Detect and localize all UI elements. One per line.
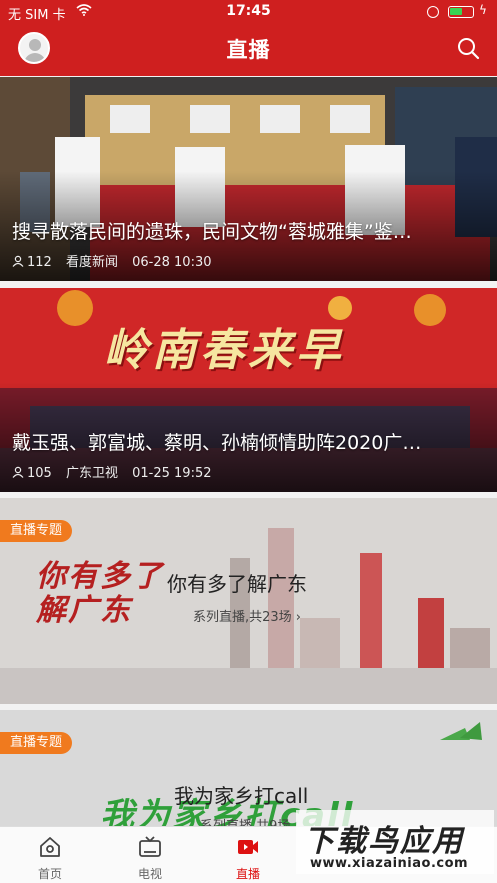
battery-icon	[448, 6, 474, 18]
watermark-text: 下载鸟应用	[304, 824, 464, 859]
card-meta: 105 广东卫视 01-25 19:52	[12, 462, 222, 481]
viewer-count: 105	[12, 466, 52, 481]
topic-title: 你有多了解广东	[167, 572, 307, 596]
live-topic-card[interactable]: 你有多了解广东 直播专题 你有多了解广东 系列直播,共23场 ›	[0, 498, 497, 704]
live-card[interactable]: 岭南春来早 戴玉强、郭富城、蔡明、孙楠倾情助阵2020广… 105 广东卫视 0…	[0, 288, 497, 492]
topic-subtitle[interactable]: 系列直播,共23场 ›	[193, 606, 301, 625]
card-title: 戴玉强、郭富城、蔡明、孙楠倾情助阵2020广…	[12, 432, 422, 454]
tab-live[interactable]: 直播	[208, 827, 288, 883]
charging-icon: ϟ	[479, 3, 487, 17]
topic-badge: 直播专题	[0, 732, 73, 754]
card-time: 06-28 10:30	[132, 255, 212, 270]
clock: 17:45	[226, 3, 271, 19]
watermark-url: www.xiazainiao.com	[310, 856, 469, 871]
top-bar: 无 SIM 卡 17:45 ϟ 直播	[0, 0, 497, 76]
viewer-icon	[12, 255, 24, 267]
card-source: 看度新闻	[65, 255, 118, 270]
tab-home[interactable]: 首页	[10, 827, 90, 883]
topic-badge: 直播专题	[0, 520, 73, 542]
tab-tv[interactable]: 电视	[110, 827, 190, 883]
tab-label: 首页	[37, 867, 62, 881]
topic-art-text: 你有多了解广东	[36, 559, 164, 628]
search-icon[interactable]	[456, 36, 480, 60]
tab-label: 直播	[235, 867, 260, 881]
watermark: 下载鸟应用 www.xiazainiao.com	[296, 810, 494, 874]
live-card[interactable]: 搜寻散落民间的遗珠，民间文物“蓉城雅集”鉴… 112 看度新闻 06-28 10…	[0, 77, 497, 281]
viewer-icon	[12, 466, 24, 478]
tv-icon	[139, 836, 161, 857]
page-title: 直播	[226, 38, 271, 62]
live-page: 无 SIM 卡 17:45 ϟ 直播 搜寻散落民间的遗珠，民间文物“蓉城雅集”鉴…	[0, 0, 497, 883]
home-icon	[40, 837, 60, 857]
viewer-count: 112	[12, 255, 52, 270]
banner-art-text: 岭南春来早	[104, 325, 344, 376]
card-source: 广东卫视	[65, 466, 118, 481]
tab-label: 电视	[137, 867, 162, 881]
live-video-icon	[238, 840, 258, 854]
nav-bar: 直播	[0, 24, 497, 76]
status-bar: 无 SIM 卡 17:45 ϟ	[0, 0, 497, 24]
card-time: 01-25 19:52	[132, 466, 212, 481]
card-title: 搜寻散落民间的遗珠，民间文物“蓉城雅集”鉴…	[12, 221, 412, 243]
card-meta: 112 看度新闻 06-28 10:30	[12, 251, 222, 270]
topic-title: 我为家乡打call	[174, 784, 309, 808]
rotation-lock-icon	[427, 6, 439, 18]
